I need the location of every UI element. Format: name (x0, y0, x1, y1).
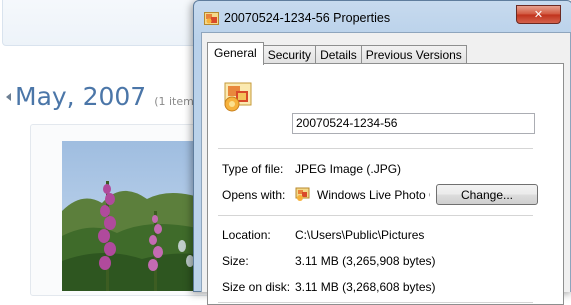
properties-dialog: 20070524-1234-56 Properties ✕ General Se… (193, 0, 571, 305)
jpeg-image-icon (204, 12, 219, 25)
tab-general[interactable]: General (207, 42, 264, 65)
close-button[interactable]: ✕ (516, 5, 561, 24)
size-on-disk-value: 3.11 MB (3,268,608 bytes) (295, 280, 436, 294)
jpeg-image-icon (224, 82, 252, 112)
size-value: 3.11 MB (3,265,908 bytes) (295, 254, 436, 268)
photo-thumbnail[interactable] (62, 141, 210, 291)
opens-with-label: Opens with: (222, 188, 286, 202)
size-label: Size: (222, 254, 249, 268)
location-value: C:\Users\Public\Pictures (295, 228, 425, 242)
type-of-file-value: JPEG Image (.JPG) (295, 162, 402, 176)
close-icon: ✕ (533, 8, 544, 21)
dialog-title: 20070524-1234-56 Properties (224, 11, 391, 25)
dialog-client-area: General Security Details Previous Versio… (201, 32, 571, 305)
group-title: May, 2007 (15, 82, 147, 111)
tab-strip: General Security Details Previous Versio… (207, 42, 467, 65)
separator (218, 148, 533, 149)
title-bar[interactable]: 20070524-1234-56 Properties ✕ (194, 1, 571, 35)
collapse-arrow-icon[interactable] (6, 93, 11, 101)
separator (218, 215, 533, 216)
file-name-field[interactable]: 20070524-1234-56 (292, 113, 535, 134)
photo-gallery-icon (295, 187, 310, 201)
tab-previous-versions[interactable]: Previous Versions (360, 45, 467, 65)
size-on-disk-label: Size on disk: (222, 280, 291, 294)
location-label: Location: (222, 228, 271, 242)
general-tab-page: 20070524-1234-56 Type of file: JPEG Imag… (207, 63, 564, 305)
opens-with-value: Windows Live Photo Gallery (317, 188, 430, 202)
tab-security[interactable]: Security (263, 45, 316, 65)
separator (218, 302, 533, 303)
change-button[interactable]: Change... (436, 184, 538, 205)
tab-details[interactable]: Details (315, 45, 361, 65)
type-of-file-label: Type of file: (222, 162, 284, 176)
group-header[interactable]: May, 2007 (1 item, 1 (6, 82, 208, 116)
